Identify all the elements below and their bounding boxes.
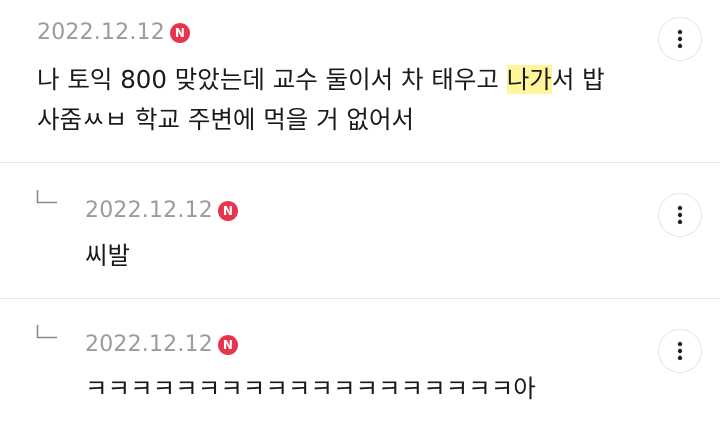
comment-body: 나 토익 800 맞았는데 교수 둘이서 차 태우고 나가서 밥 사줌ㅆㅂ 학교… [37,60,605,140]
vertical-ellipsis-icon [677,205,683,225]
comment-meta: 2022.12.12 N [85,198,238,223]
new-badge: N [217,334,238,355]
new-badge: N [169,22,190,43]
reply-comment: 2022.12.12 N ㅋㅋㅋㅋㅋㅋㅋㅋㅋㅋㅋㅋㅋㅋㅋㅋㅋㅋㅋ아 [0,299,720,424]
reply-comment: 2022.12.12 N 씨발 [0,163,720,298]
comment-date: 2022.12.12 [37,20,165,45]
vertical-ellipsis-icon [677,341,683,361]
comment-date: 2022.12.12 [85,198,213,223]
new-badge: N [217,200,238,221]
comment-meta: 2022.12.12 N [85,332,238,357]
comment-meta: 2022.12.12 N [37,20,190,45]
comment-thread: 2022.12.12 N 나 토익 800 맞았는데 교수 둘이서 차 태우고 … [0,0,720,424]
vertical-ellipsis-icon [677,29,683,49]
comment-body: 씨발 [85,241,131,270]
comment: 2022.12.12 N 나 토익 800 맞았는데 교수 둘이서 차 태우고 … [0,0,720,162]
more-options-button[interactable] [658,329,702,373]
comment-date: 2022.12.12 [85,332,213,357]
comment-body-line: 사줌ㅆㅂ 학교 주변에 먹을 거 없어서 [37,105,415,134]
reply-arrow-icon [36,325,57,339]
more-options-button[interactable] [658,193,702,237]
comment-body-line: 나 토익 800 맞았는데 교수 둘이서 차 태우고 나가서 밥 [37,60,605,100]
reply-arrow-icon [36,190,57,204]
comment-body: ㅋㅋㅋㅋㅋㅋㅋㅋㅋㅋㅋㅋㅋㅋㅋㅋㅋㅋㅋ아 [85,374,536,403]
highlighted-text: 나가 [506,65,552,94]
comment-text-segment: 나 토익 800 맞았는데 교수 둘이서 차 태우고 [37,65,507,94]
comment-text-segment: 서 밥 [551,65,605,94]
more-options-button[interactable] [658,17,702,61]
